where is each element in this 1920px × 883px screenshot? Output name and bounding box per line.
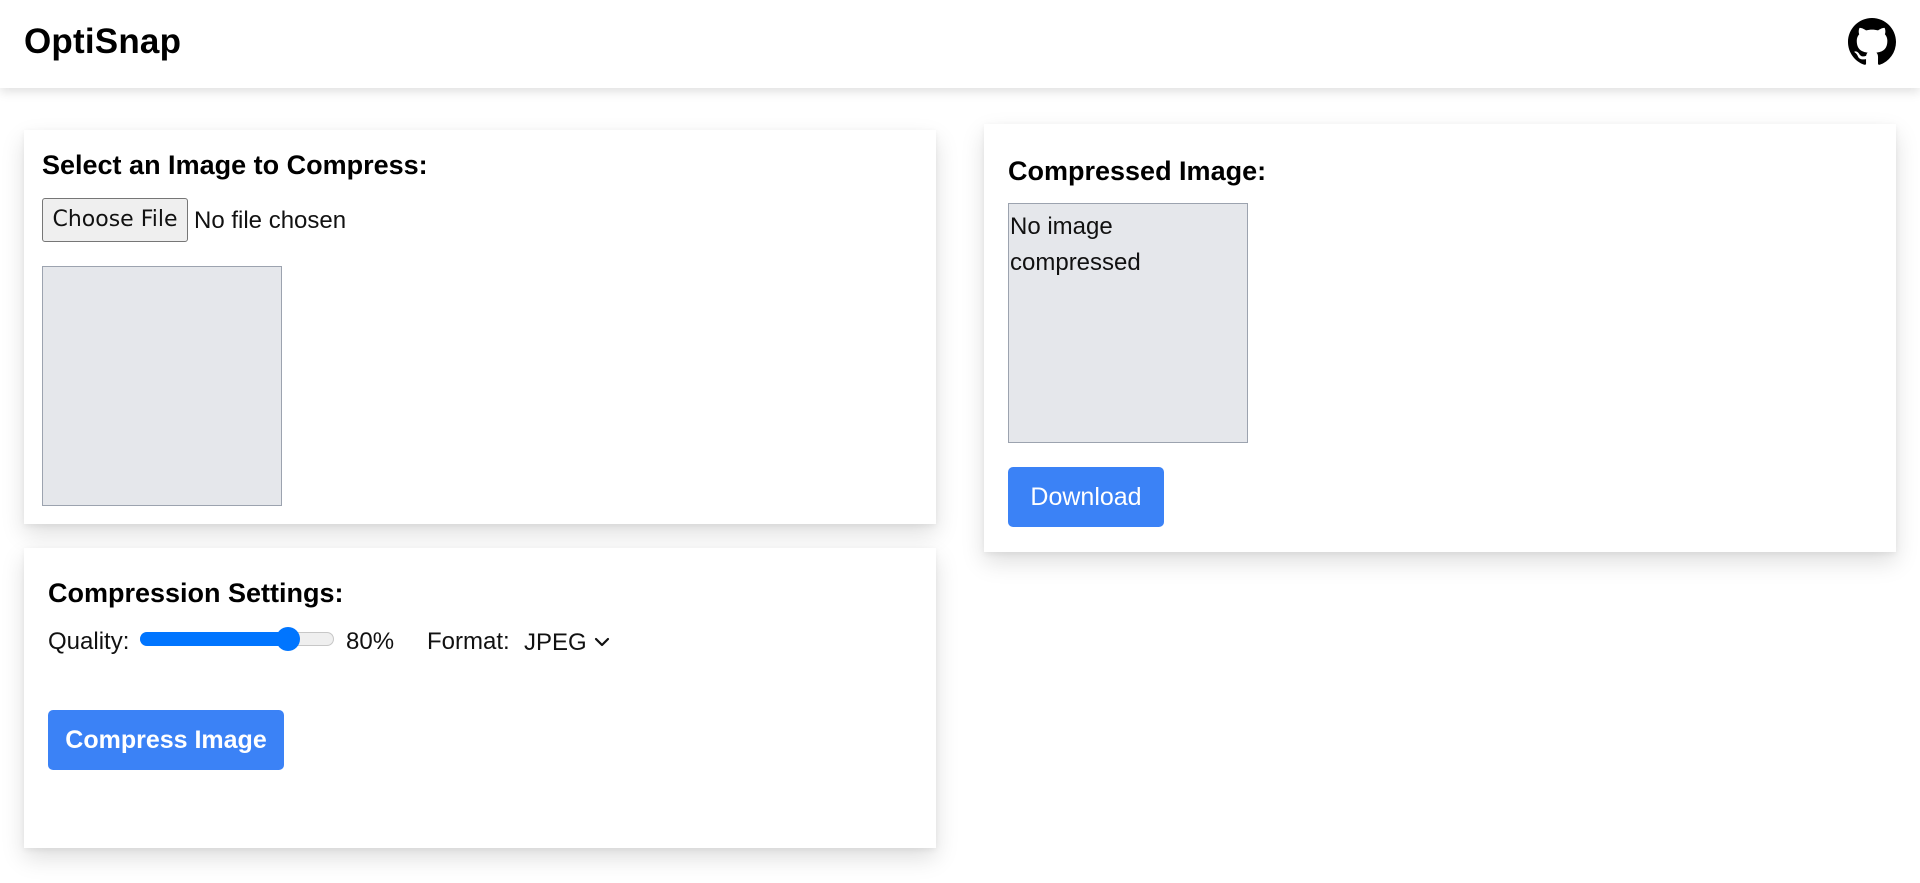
quality-slider-thumb[interactable] xyxy=(276,627,300,651)
quality-label: Quality: xyxy=(48,628,130,655)
compression-settings-card: Compression Settings: Quality: 80% Forma… xyxy=(24,548,936,848)
select-image-card: Select an Image to Compress: Choose File… xyxy=(24,130,936,524)
top-header: OptiSnap xyxy=(0,0,1920,88)
quality-slider-fill xyxy=(140,632,288,646)
format-label: Format: xyxy=(427,628,510,655)
no-image-placeholder: No image compressed xyxy=(1010,213,1141,276)
quality-slider[interactable] xyxy=(140,627,334,651)
brand-title: OptiSnap xyxy=(24,22,182,61)
compress-image-button[interactable]: Compress Image xyxy=(48,710,284,770)
quality-value: 80% xyxy=(346,628,395,655)
select-image-title: Select an Image to Compress: xyxy=(42,150,428,180)
compressed-image-preview: No image compressed xyxy=(1008,203,1248,443)
original-image-preview xyxy=(42,266,282,506)
compressed-image-title: Compressed Image: xyxy=(1008,156,1267,186)
compression-settings-title: Compression Settings: xyxy=(48,578,344,608)
format-select[interactable]: JPEG xyxy=(524,626,620,660)
chevron-down-icon xyxy=(594,637,610,647)
format-select-value: JPEG xyxy=(524,629,587,656)
app-root: OptiSnap Select an Image to Compress: Ch… xyxy=(0,0,1920,883)
file-status-text: No file chosen xyxy=(194,207,347,234)
download-button[interactable]: Download xyxy=(1008,467,1164,527)
choose-file-button[interactable]: Choose File xyxy=(42,198,188,242)
compressed-image-card: Compressed Image: No image compressed Do… xyxy=(984,124,1896,552)
github-icon[interactable] xyxy=(1848,18,1896,66)
